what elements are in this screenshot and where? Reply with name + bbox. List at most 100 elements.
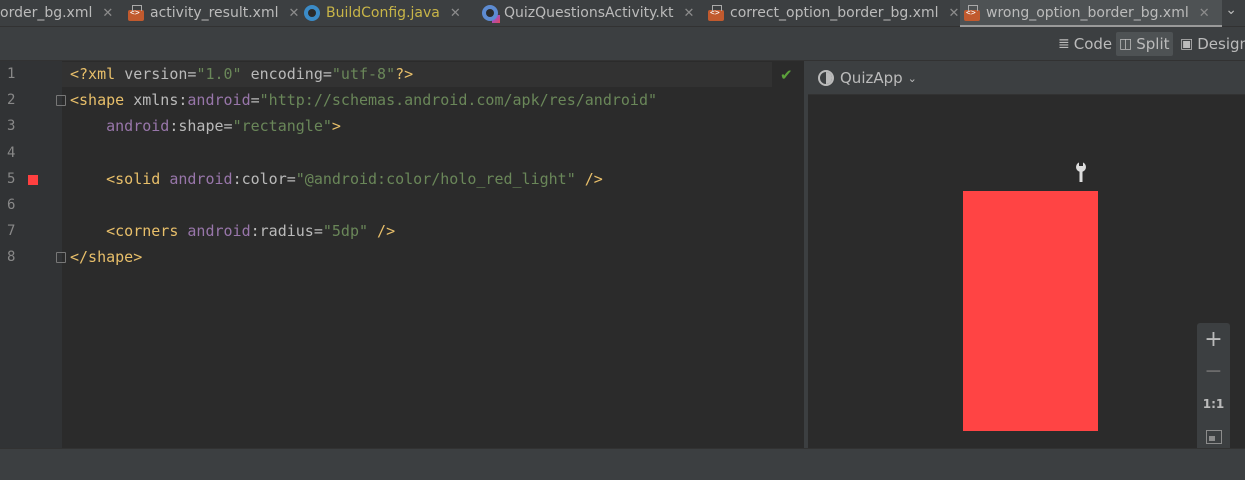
code-token: "5dp" <box>322 222 369 241</box>
code-token: /> <box>575 169 603 188</box>
design-preview-panel: QuizApp ⌄ + − 1:1 <box>808 61 1245 457</box>
editor-tab[interactable]: order_bg.xml ✕ <box>0 0 120 26</box>
zoom-to-fit-button[interactable] <box>1197 429 1230 448</box>
color-swatch-gutter-icon[interactable] <box>28 175 38 185</box>
chevron-down-icon: ⌄ <box>907 71 917 85</box>
code-token: </shape> <box>70 248 143 267</box>
theme-selector[interactable]: QuizApp ⌄ <box>818 69 917 87</box>
design-mode-button[interactable]: ▣ Design <box>1177 32 1245 56</box>
shape-preview[interactable] <box>963 191 1098 431</box>
code-line[interactable]: <?xml version="1.0" encoding="utf-8"?> <box>70 65 413 83</box>
code-token: > <box>331 117 341 136</box>
code-editor[interactable]: <?xml version="1.0" encoding="utf-8"?> <s… <box>62 61 804 448</box>
split-mode-label: Split <box>1136 35 1170 53</box>
code-token: version <box>124 65 188 83</box>
tab-label: activity_result.xml <box>150 5 279 21</box>
line-number: 6 <box>7 197 16 213</box>
code-token: "rectangle" <box>232 117 332 136</box>
code-view-icon: ≣ <box>1058 36 1070 52</box>
code-token: :radius <box>250 222 314 241</box>
code-token: ?> <box>395 65 414 83</box>
line-number: 4 <box>7 144 16 161</box>
editor-tab-bar: order_bg.xml✕activity_result.xml✕BuildCo… <box>0 0 1245 28</box>
code-token: :shape <box>169 117 224 136</box>
line-number: 5 <box>7 170 16 187</box>
kotlin-class-icon <box>482 5 500 23</box>
xml-file-icon <box>708 5 724 21</box>
code-line[interactable]: </shape> <box>70 248 142 266</box>
code-token: android <box>70 117 170 136</box>
code-token: "@android:color/holo_red_light" <box>295 169 576 188</box>
image-icon: ▣ <box>1180 36 1194 52</box>
wrench-icon[interactable] <box>1074 162 1088 182</box>
code-line[interactable]: <shape xmlns:android="http://schemas.and… <box>70 91 657 109</box>
code-token: = <box>250 91 260 110</box>
editor-tab[interactable]: activity_result.xml ✕ <box>124 0 300 26</box>
close-tab-icon[interactable]: ✕ <box>450 6 461 21</box>
preview-canvas[interactable]: + − 1:1 <box>808 95 1245 457</box>
line-number-gutter[interactable]: 1 2 3 4 5 6 7 8 <box>0 61 63 448</box>
line-number: 8 <box>7 249 16 266</box>
code-line[interactable]: <solid android:color="@android:color/hol… <box>70 170 603 188</box>
zoom-fit-icon <box>1205 430 1222 444</box>
theme-label: QuizApp <box>840 69 903 87</box>
actual-size-button[interactable]: 1:1 <box>1197 397 1230 411</box>
line-number: 1 <box>7 66 16 82</box>
zoom-in-button[interactable]: + <box>1197 327 1230 352</box>
editor-tab[interactable]: BuildConfig.java ✕ <box>300 0 476 26</box>
editor-tab[interactable]: QuizQuestionsActivity.kt ✕ <box>478 0 704 26</box>
line-number: 2 <box>7 92 16 109</box>
tab-list-menu-icon[interactable]: ⌄ <box>1225 2 1237 18</box>
java-class-icon <box>304 5 320 21</box>
editor-tab[interactable]: wrong_option_border_bg.xml ✕ <box>960 0 1222 28</box>
code-token: encoding <box>241 65 323 83</box>
code-token: = <box>223 117 233 136</box>
zoom-controls: + − 1:1 <box>1197 323 1230 457</box>
tab-label: wrong_option_border_bg.xml <box>986 5 1189 21</box>
line-number: 7 <box>7 223 16 240</box>
fold-marker-icon[interactable] <box>56 95 66 107</box>
code-token: <solid <box>70 169 170 188</box>
code-token: "utf-8" <box>331 65 396 83</box>
xml-file-icon <box>964 5 980 21</box>
code-token: <?xml <box>70 65 125 83</box>
code-token: :color <box>232 169 287 188</box>
tab-label: correct_option_border_bg.xml <box>730 5 939 21</box>
tab-label: QuizQuestionsActivity.kt <box>504 5 674 21</box>
code-token: <corners <box>70 222 188 241</box>
theme-icon <box>818 70 834 86</box>
code-token: <shape <box>70 91 134 110</box>
code-token: xmlns: <box>133 91 188 110</box>
code-token: /> <box>368 222 396 241</box>
xml-file-icon <box>128 5 144 21</box>
code-line[interactable]: android:shape="rectangle"> <box>70 117 341 135</box>
close-tab-icon[interactable]: ✕ <box>102 6 113 21</box>
design-mode-label: Design <box>1197 35 1245 53</box>
code-token: "1.0" <box>196 65 242 83</box>
split-mode-button[interactable]: ◫ Split <box>1116 32 1173 56</box>
code-token: = <box>322 65 332 83</box>
close-tab-icon[interactable]: ✕ <box>1199 6 1210 21</box>
close-tab-icon[interactable]: ✕ <box>949 6 960 21</box>
inspection-ok-check-icon[interactable]: ✔ <box>780 66 793 84</box>
close-tab-icon[interactable]: ✕ <box>683 6 694 21</box>
fold-marker-icon[interactable] <box>56 252 66 264</box>
code-token: android <box>187 91 251 110</box>
code-token: android <box>169 169 233 188</box>
tab-label: BuildConfig.java <box>326 5 440 21</box>
code-token: "http://schemas.android.com/apk/res/andr… <box>259 91 658 110</box>
code-token: = <box>286 169 296 188</box>
zoom-out-button[interactable]: − <box>1197 359 1230 384</box>
code-token: = <box>313 222 323 241</box>
line-number: 3 <box>7 118 16 135</box>
code-mode-button[interactable]: ≣ Code <box>1055 32 1115 56</box>
preview-toolbar: QuizApp ⌄ <box>808 61 1245 95</box>
close-tab-icon[interactable]: ✕ <box>288 6 299 21</box>
split-view-icon: ◫ <box>1119 36 1133 52</box>
editor-mode-toolbar: ≣ Code ◫ Split ▣ Design <box>0 27 1245 61</box>
editor-tab[interactable]: correct_option_border_bg.xml ✕ <box>704 0 960 26</box>
status-bar <box>0 448 1245 480</box>
code-mode-label: Code <box>1073 35 1113 53</box>
tab-label: order_bg.xml <box>0 5 93 21</box>
code-line[interactable]: <corners android:radius="5dp" /> <box>70 222 395 240</box>
